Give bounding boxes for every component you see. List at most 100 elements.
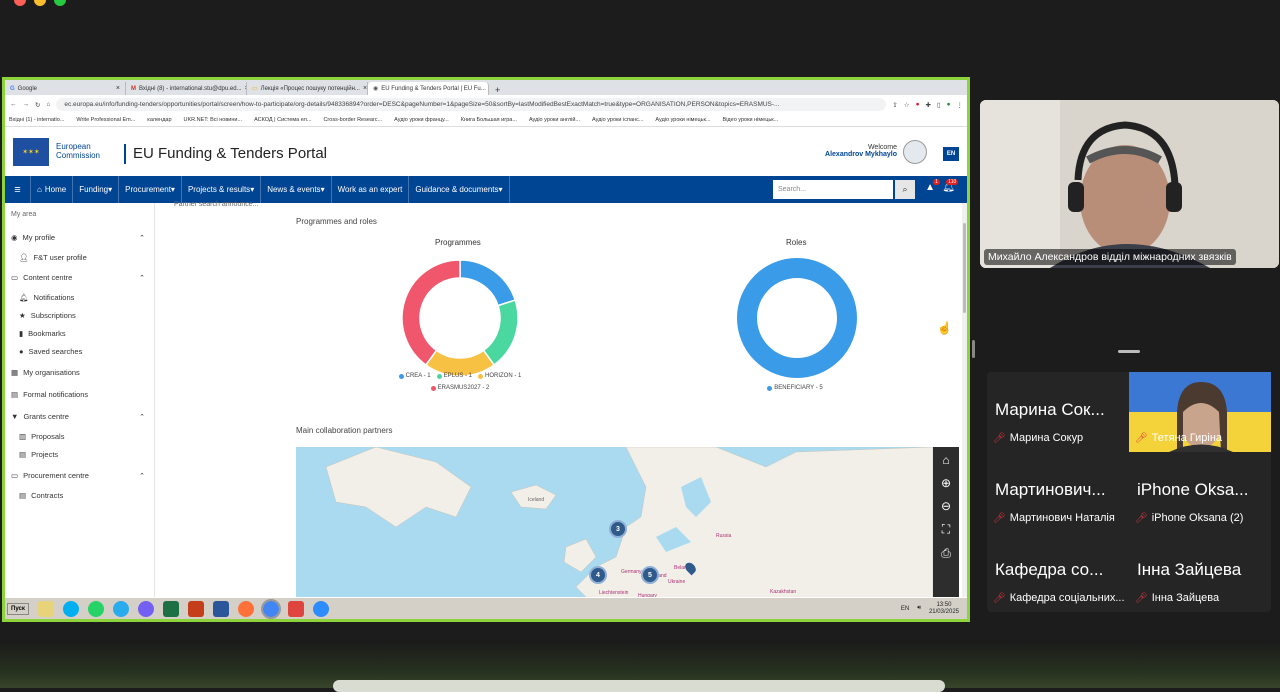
share-icon[interactable]: ⇪: [892, 101, 897, 109]
start-button[interactable]: Пуск: [7, 603, 29, 615]
map-cluster-marker[interactable]: 5: [641, 566, 659, 584]
user-avatar-icon[interactable]: [903, 140, 927, 164]
nav-news-events[interactable]: News & events▾: [261, 176, 331, 203]
sidebar-item-ft-user-profile[interactable]: 👤︎F&T user profile: [19, 253, 145, 262]
participant-tile[interactable]: Мартинович... 🎤︎Мартинович Наталія: [987, 452, 1129, 532]
sidebar-item-content-centre[interactable]: ▭Content centre⌃: [11, 273, 145, 282]
sidebar-item-procurement-centre[interactable]: ▭Procurement centre⌃: [11, 471, 145, 480]
forward-icon[interactable]: →: [23, 101, 30, 108]
sidebar-item-subscriptions[interactable]: ★Subscriptions: [19, 311, 145, 320]
wps-icon[interactable]: [288, 601, 304, 617]
profile-icon[interactable]: ●: [947, 101, 951, 108]
participant-tile[interactable]: Кафедра со... 🎤︎Кафедра соціальних...: [987, 532, 1129, 612]
language-button[interactable]: EN: [943, 147, 959, 161]
panel-divider-handle[interactable]: [1118, 350, 1140, 353]
bookmark-item[interactable]: Аудіо уроки іспанс...: [592, 117, 643, 123]
maximize-window-button[interactable]: [54, 0, 66, 6]
sidebar-item-formal-notifications[interactable]: ▤Formal notifications: [11, 390, 145, 399]
telegram-icon[interactable]: [113, 601, 129, 617]
nav-guidance-documents[interactable]: Guidance & documents▾: [409, 176, 509, 203]
firefox-icon[interactable]: [238, 601, 254, 617]
sidebar-item-my-profile[interactable]: ◉My profile⌃: [11, 233, 145, 242]
menu-icon[interactable]: ⋮: [957, 101, 968, 109]
donut-slice-beneficiary[interactable]: [747, 268, 847, 368]
bookmark-item[interactable]: Аудіо уроки францу...: [394, 117, 449, 123]
url-field[interactable]: ec.europa.eu/info/funding-tenders/opport…: [56, 98, 886, 111]
participant-tile-video[interactable]: 🎤︎Тетяна Гиріна: [1129, 372, 1271, 452]
sidebar-item-notifications[interactable]: 🔔︎Notifications: [19, 293, 145, 302]
bookmark-item[interactable]: календар: [147, 117, 171, 123]
close-tab-icon[interactable]: ×: [363, 85, 367, 92]
star-icon[interactable]: ☆: [904, 101, 910, 109]
powerpoint-icon[interactable]: [188, 601, 204, 617]
donut-slice-erasmus2027[interactable]: [402, 260, 460, 365]
excel-icon[interactable]: [163, 601, 179, 617]
sidebar-item-contracts[interactable]: ▤Contracts: [19, 491, 145, 500]
map-home-icon[interactable]: ⌂: [942, 453, 949, 467]
clock[interactable]: 13:5021/03/2025: [929, 602, 959, 616]
whatsapp-icon[interactable]: [88, 601, 104, 617]
close-window-button[interactable]: [14, 0, 26, 6]
participant-tile[interactable]: Інна Зайцева 🎤︎Інна Зайцева: [1129, 532, 1271, 612]
bookmark-item[interactable]: Вхідні (1) - internatio...: [9, 117, 64, 123]
zoom-in-icon[interactable]: ⊕: [941, 476, 951, 490]
welcome-block[interactable]: WelcomeAlexandrov Mykhaylo: [825, 144, 897, 158]
alert-icon[interactable]: ▲1: [925, 182, 935, 193]
chrome-icon[interactable]: [263, 601, 279, 617]
map-cluster-marker[interactable]: 4: [589, 566, 607, 584]
reload-icon[interactable]: ↻: [35, 101, 40, 109]
bookmark-item[interactable]: Відео уроки німецьк...: [723, 117, 779, 123]
zoom-app-icon[interactable]: [313, 601, 329, 617]
bookmark-item[interactable]: Книга Большая игра...: [461, 117, 517, 123]
opera-icon[interactable]: ●: [916, 101, 920, 108]
menu-burger-icon[interactable]: ≡: [5, 176, 31, 203]
nav-funding[interactable]: Funding▾: [73, 176, 119, 203]
bookmark-item[interactable]: Cross-border Researc...: [323, 117, 382, 123]
fullscreen-icon[interactable]: ⛶: [942, 522, 950, 537]
sidebar-item-my-organisations[interactable]: ▦My organisations: [11, 368, 145, 377]
minimize-window-button[interactable]: [34, 0, 46, 6]
donut-slice-eplus[interactable]: [484, 300, 518, 365]
map-cluster-marker[interactable]: 3: [609, 520, 627, 538]
zoom-out-icon[interactable]: ⊖: [941, 499, 951, 513]
speaker-video[interactable]: Михайло Александров відділ міжнародних з…: [980, 100, 1279, 268]
partners-map[interactable]: Iceland Russia Belarus Poland Germany Uk…: [296, 447, 933, 607]
sidebar-item-grants-centre[interactable]: ▼Grants centre⌃: [11, 412, 145, 421]
sidepanel-icon[interactable]: ▯: [937, 101, 941, 109]
skype-icon[interactable]: [63, 601, 79, 617]
sidebar-item-projects[interactable]: ▤Projects: [19, 450, 145, 459]
bookmark-item[interactable]: Аудіо уроки англій...: [529, 117, 580, 123]
bookmark-item[interactable]: UKR.NET: Всі новини...: [184, 117, 243, 123]
sidebar-item-saved-searches[interactable]: ●Saved searches: [19, 347, 145, 356]
bookmark-item[interactable]: АСКОД | Система ел...: [254, 117, 311, 123]
participant-tile[interactable]: iPhone Oksa... 🎤︎iPhone Oksana (2): [1129, 452, 1271, 532]
nav-procurement[interactable]: Procurement▾: [119, 176, 182, 203]
participant-tile[interactable]: Марина Сок... 🎤︎Марина Сокур: [987, 372, 1129, 452]
print-icon[interactable]: ⎙: [941, 546, 951, 561]
sidebar-item-bookmarks[interactable]: ▮Bookmarks: [19, 329, 145, 338]
sidebar-item-proposals[interactable]: ▥Proposals: [19, 432, 145, 441]
eu-flag-logo[interactable]: ✶✶✶: [13, 138, 49, 166]
search-icon[interactable]: ⌕: [895, 180, 915, 199]
viber-icon[interactable]: [138, 601, 154, 617]
page-scrollbar[interactable]: [962, 203, 967, 603]
back-icon[interactable]: ←: [10, 101, 17, 108]
bell-icon[interactable]: 🔔︎110: [942, 182, 955, 193]
search-input[interactable]: Search...: [773, 180, 893, 199]
close-tab-icon[interactable]: ×: [116, 85, 120, 92]
partner-search-tab[interactable]: Partner search announce...: [174, 201, 258, 208]
extensions-icon[interactable]: ✚: [926, 101, 931, 109]
volume-icon[interactable]: 🔊︎: [917, 605, 921, 612]
bookmark-item[interactable]: Write Professional Em...: [76, 117, 135, 123]
browser-tab-google[interactable]: GGoogle×: [5, 82, 126, 95]
browser-tab-eu-portal[interactable]: ◉EU Funding & Tenders Portal | EU Fu...×: [368, 82, 489, 95]
browser-tab-gmail[interactable]: MВхідні (8) - international.stu@dpu.ed..…: [126, 82, 247, 95]
bookmark-item[interactable]: Аудіо уроки німецьк...: [655, 117, 710, 123]
keyboard-lang[interactable]: EN: [901, 606, 909, 612]
nav-home[interactable]: ⌂Home: [31, 176, 73, 203]
explorer-icon[interactable]: [38, 601, 54, 617]
word-icon[interactable]: [213, 601, 229, 617]
nav-work-as-expert[interactable]: Work as an expert: [332, 176, 410, 203]
panel-resize-handle[interactable]: [972, 340, 975, 358]
donut-slice-crea[interactable]: [460, 260, 515, 306]
